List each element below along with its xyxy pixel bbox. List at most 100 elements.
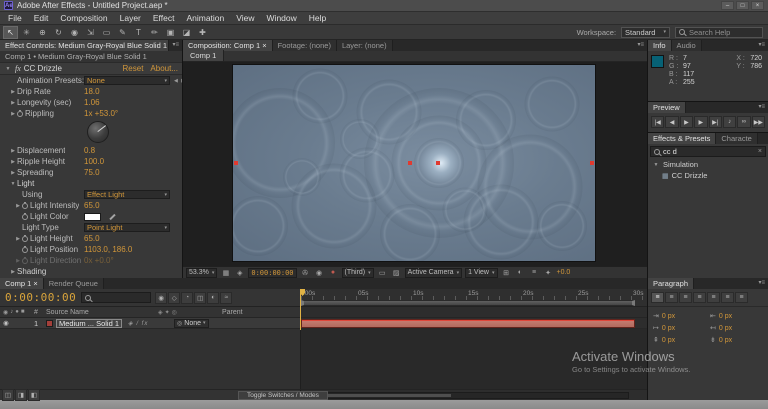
twirl-icon[interactable]: ▶ [9,89,17,95]
expand-layers-icon[interactable]: ◫ [2,389,14,401]
layer-handle[interactable] [436,161,440,165]
stopwatch-icon[interactable] [22,214,28,220]
twirl-icon[interactable]: ▶ [14,203,22,209]
expand-transfer-icon[interactable]: ◨ [15,389,27,401]
tab-render-queue[interactable]: Render Queue [44,278,104,289]
type-tool[interactable]: T [131,26,146,39]
play-button[interactable]: ▶ [680,116,693,128]
timeline-timecode[interactable]: 0:00:00:00 [0,291,81,304]
menu-help[interactable]: Help [303,13,332,23]
property-dropdown[interactable]: Effect Light▾ [84,190,170,199]
camera-tool[interactable]: ◉ [67,26,82,39]
rippling-dial-row[interactable] [0,119,182,145]
menu-window[interactable]: Window [261,13,303,23]
rippling-dial[interactable] [87,121,109,143]
property-value[interactable]: 18.0 [84,87,100,96]
menu-effect[interactable]: Effect [147,13,181,23]
property-row-spreading[interactable]: ▶Spreading75.0 [0,167,182,178]
panel-menu-icon[interactable]: ▾≡ [755,278,768,289]
paragraph-field[interactable]: ⇥0 px [653,312,706,320]
property-dropdown[interactable]: Point Light▾ [84,223,170,232]
transparency-grid-icon[interactable]: ▨ [391,269,402,277]
twirl-icon[interactable]: ▼ [9,181,17,187]
brush-tool[interactable]: ✏ [147,26,162,39]
twirl-down-icon[interactable]: ▼ [4,66,12,72]
mask-visibility-icon[interactable]: ◈ [234,269,245,277]
menu-animation[interactable]: Animation [180,13,230,23]
time-ruler[interactable]: :00s05s10s15s20s25s30s [300,289,647,306]
minimize-button[interactable]: – [721,1,734,10]
shape-tool[interactable]: ▭ [99,26,114,39]
panel-menu-icon[interactable]: ▾≡ [169,40,182,51]
comp-timecode[interactable]: 0:00:00:00 [248,268,296,278]
first-frame-button[interactable]: |◀ [651,116,664,128]
tab-paragraph[interactable]: Paragraph [648,278,694,289]
menu-layer[interactable]: Layer [114,13,147,23]
tab-info[interactable]: Info [648,40,672,51]
fast-previews-icon[interactable]: ◐ [515,269,526,276]
ep-item-cc-drizzle[interactable]: ▦ CC Drizzle [648,170,768,181]
flowchart-icon[interactable]: ✦ [543,269,554,277]
property-dropdown[interactable]: None▾ [84,76,170,85]
ep-category-simulation[interactable]: ▼ Simulation [648,159,768,170]
clone-tool[interactable]: ▣ [163,26,178,39]
property-row-light-position[interactable]: Light Position1103.0, 186.0 [0,244,182,255]
paragraph-field[interactable]: ⇤0 px [710,312,763,320]
tab-effects-presets[interactable]: Effects & Presets [648,133,716,144]
twirl-icon[interactable]: ▶ [9,111,17,117]
audio-button[interactable]: ♪ [723,116,736,128]
stopwatch-icon[interactable] [22,236,28,242]
rotation-tool[interactable]: ↻ [51,26,66,39]
property-value[interactable]: 1.06 [84,98,100,107]
twirl-icon[interactable]: ▶ [9,159,17,165]
close-button[interactable]: × [751,1,764,10]
preset-arrows-icon[interactable]: ◀ ▶ [174,78,182,84]
show-snapshot-icon[interactable]: ◉ [314,269,325,277]
next-frame-button[interactable]: ▶ [694,116,707,128]
eye-icon[interactable]: ◉ [0,319,12,327]
property-row-longevity-sec[interactable]: ▶Longevity (sec)1.06 [0,97,182,108]
draft-3d-toggle[interactable]: ◇ [168,292,180,304]
column-number[interactable]: # [34,309,46,316]
tab-preview[interactable]: Preview [648,102,686,113]
tab-footage[interactable]: Footage: (none) [273,40,337,51]
expand-inout-icon[interactable]: ◧ [28,389,40,401]
layer-handle[interactable] [590,161,594,165]
region-of-interest-icon[interactable]: ▭ [377,269,388,277]
resolution-dropdown[interactable]: (Third)▾ [342,268,374,278]
tab-audio[interactable]: Audio [672,40,702,51]
timeline-button-icon[interactable]: ≡ [529,269,540,276]
motion-blur-toggle[interactable]: ◐ [207,292,219,304]
panel-menu-icon[interactable]: ▾≡ [634,40,647,51]
layer-handle[interactable] [234,161,238,165]
menu-composition[interactable]: Composition [54,13,113,23]
property-value[interactable]: 1103.0, 186.0 [84,245,132,254]
align-right-button[interactable]: ≡ [679,292,692,303]
justify-last-center-button[interactable]: ≡ [707,292,720,303]
paragraph-field[interactable]: ↦0 px [653,324,706,332]
stopwatch-icon[interactable] [22,247,28,253]
puppet-tool[interactable]: ✚ [195,26,210,39]
pan-behind-tool[interactable]: ⇲ [83,26,98,39]
pixel-aspect-icon[interactable]: ⊞ [501,269,512,277]
twirl-icon[interactable]: ▶ [9,148,17,154]
layer-parent-dropdown[interactable]: ◎ None ▾ [174,319,209,328]
workspace-dropdown[interactable]: Standard▾ [621,27,670,38]
property-row-drip-rate[interactable]: ▶Drip Rate18.0 [0,86,182,97]
twirl-icon[interactable]: ▶ [9,170,17,176]
column-parent[interactable]: Parent [222,309,300,316]
column-source-name[interactable]: Source Name [46,309,158,316]
justify-last-right-button[interactable]: ≡ [721,292,734,303]
twirl-icon[interactable]: ▶ [9,100,17,106]
property-row-rippling[interactable]: ▶Rippling1x +53.0° [0,108,182,119]
layer-duration-bar[interactable] [301,319,635,328]
snapshot-icon[interactable]: ✇ [300,269,311,277]
tab-comp-1[interactable]: Comp 1 × [0,278,44,289]
zoom-tool[interactable]: ⊕ [35,26,50,39]
property-row-displacement[interactable]: ▶Displacement0.8 [0,145,182,156]
property-row-light-type[interactable]: Light TypePoint Light▾ [0,222,182,233]
color-swatch[interactable] [84,213,101,221]
loop-button[interactable]: ∞ [737,116,750,128]
stopwatch-icon[interactable] [22,203,28,209]
panel-menu-icon[interactable]: ▾≡ [755,102,768,113]
